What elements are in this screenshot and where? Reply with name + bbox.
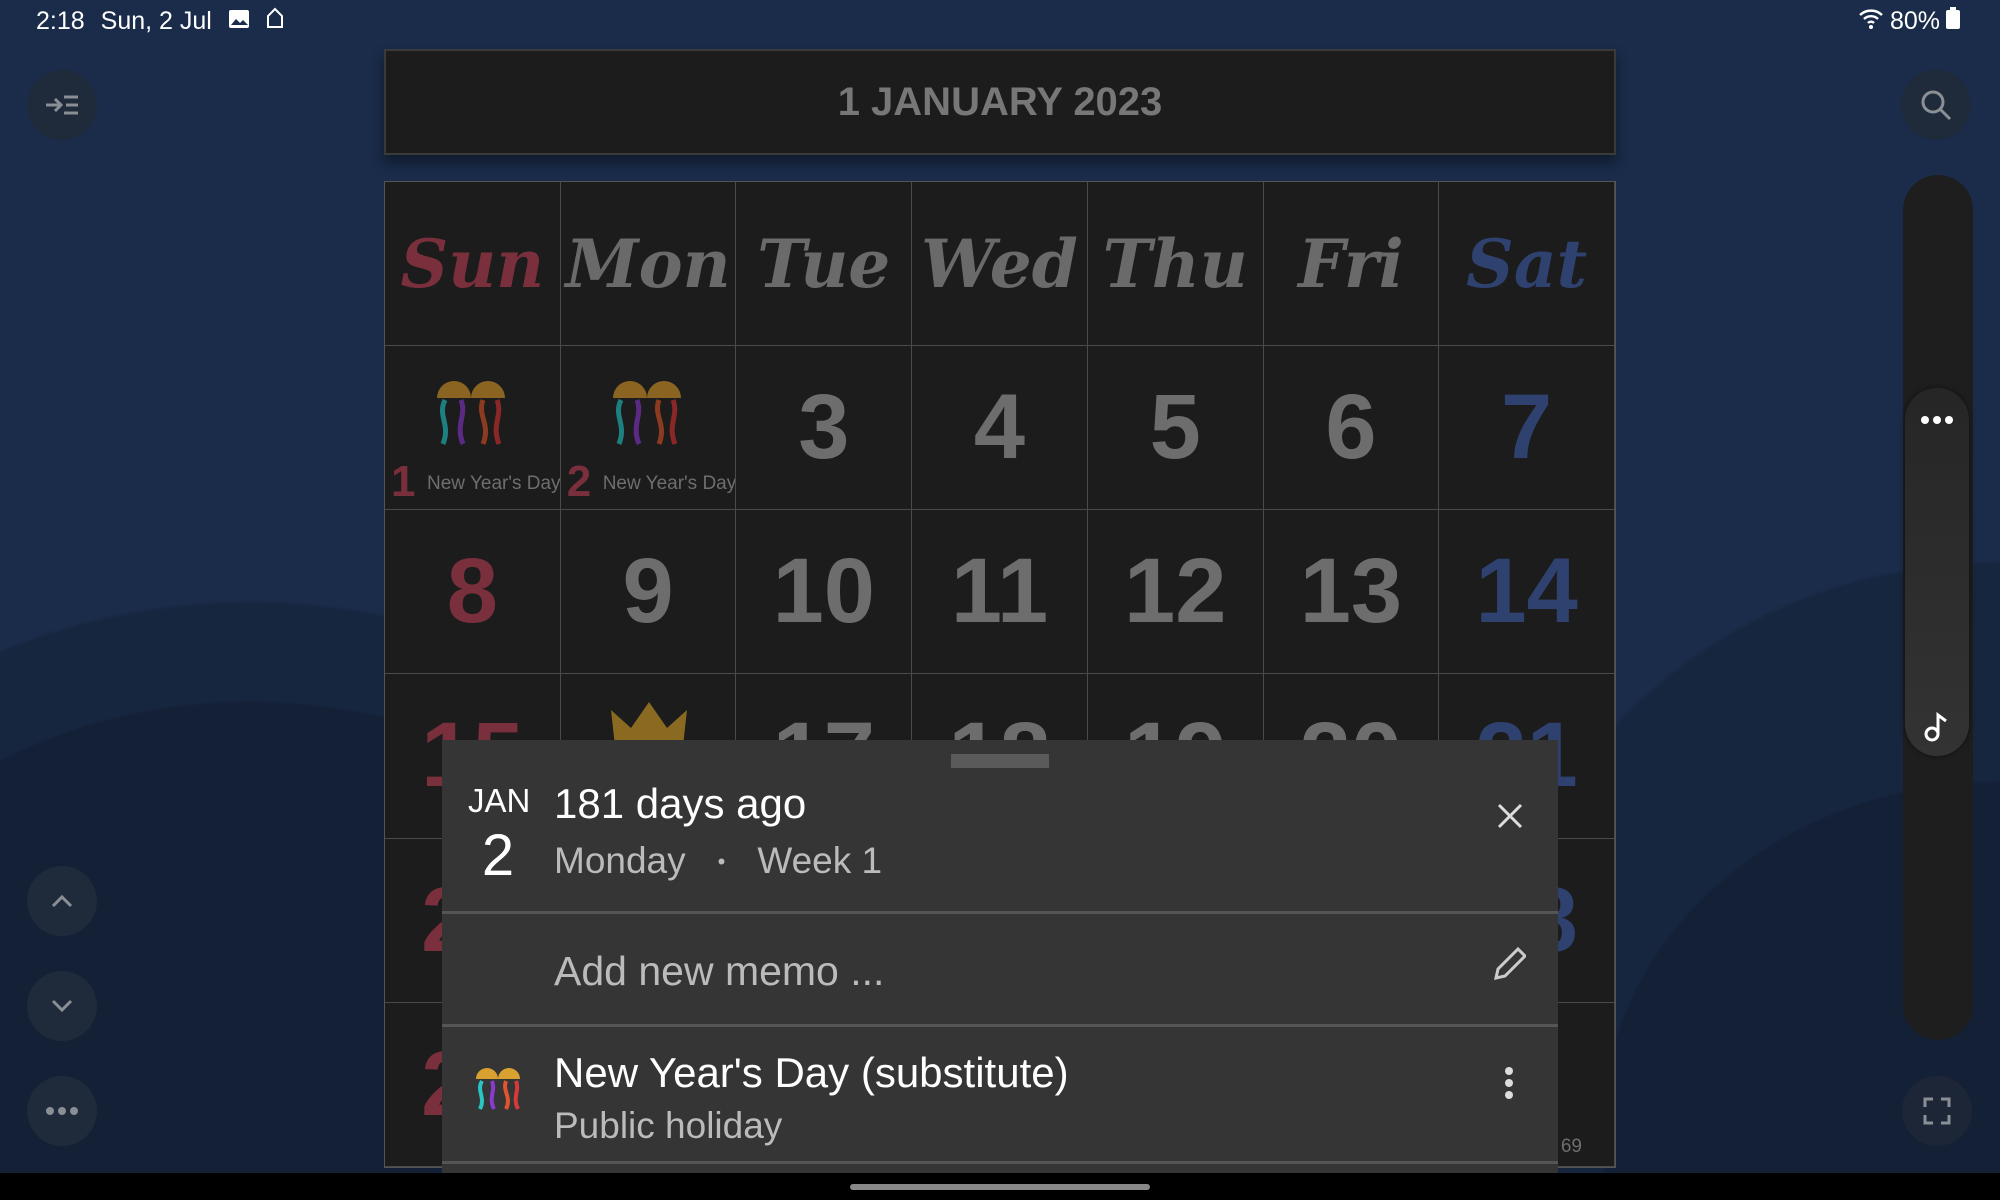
weekday-label: Tue xyxy=(757,224,891,303)
day-cell[interactable]: 6 xyxy=(1263,346,1440,511)
weekday-header: Wed xyxy=(912,182,1088,346)
day-cell[interactable]: 11 xyxy=(912,510,1088,675)
home-icon xyxy=(266,7,284,36)
weekday-header: Tue xyxy=(736,182,913,346)
music-note-icon xyxy=(1924,712,1947,742)
scroll-up-button[interactable] xyxy=(27,866,97,936)
more-horizontal-icon xyxy=(46,1107,78,1115)
day-number: 8 xyxy=(446,540,498,643)
day-number: 2 xyxy=(566,457,592,507)
event-row[interactable]: New Year's Day (substitute) Public holid… xyxy=(442,1027,1558,1161)
pencil-icon[interactable] xyxy=(1492,946,1526,982)
sheet-month: JAN xyxy=(468,782,531,819)
search-button[interactable] xyxy=(1901,70,1971,140)
relative-days: 181 days ago xyxy=(554,780,807,827)
confetti-ball-icon xyxy=(612,381,681,445)
day-number: 13 xyxy=(1299,540,1403,643)
fullscreen-icon xyxy=(1923,1097,1951,1125)
day-number: 4 xyxy=(973,376,1026,479)
sheet-day: 2 xyxy=(481,823,515,888)
confetti-ball-icon xyxy=(437,381,505,445)
day-cell[interactable]: 3 xyxy=(736,346,913,511)
day-number: 7 xyxy=(1501,376,1553,479)
day-number: 9 xyxy=(622,540,674,643)
weekday-header: Fri xyxy=(1263,182,1440,346)
collapse-menu-button[interactable] xyxy=(27,70,97,140)
day-cell[interactable]: 9 xyxy=(560,510,737,675)
fullscreen-button[interactable] xyxy=(1902,1076,1972,1146)
scrollbar-thumb[interactable] xyxy=(1905,388,1969,756)
day-cell[interactable]: 5 xyxy=(1087,346,1264,511)
chevron-down-icon xyxy=(51,999,73,1013)
weekday-label: Wed xyxy=(921,224,1078,303)
weekday-label: Thu xyxy=(1102,224,1248,303)
day-cell[interactable]: 10 xyxy=(736,510,913,675)
page-title: 1 JANUARY 2023 xyxy=(837,79,1163,124)
status-bar: 2:18 Sun, 2 Jul 80% xyxy=(0,0,2000,42)
day-cell[interactable]: 4 xyxy=(912,346,1088,511)
chevron-up-icon xyxy=(51,894,73,908)
status-date: Sun, 2 Jul xyxy=(100,7,212,35)
day-cell[interactable]: 13 xyxy=(1263,510,1440,675)
weekday-header: Mon xyxy=(560,182,737,346)
day-number: 6 xyxy=(1325,376,1377,479)
day-number: 1 xyxy=(391,457,416,507)
month-header[interactable]: 1 JANUARY 2023 xyxy=(384,49,1616,155)
more-horizontal-icon xyxy=(1921,416,1953,424)
weekday-label: Sat xyxy=(1466,224,1588,303)
day-number: 12 xyxy=(1124,540,1227,643)
divider xyxy=(442,1161,1558,1164)
day-cell[interactable]: 1 New Year's Day xyxy=(385,346,561,511)
holiday-label: New Year's Day xyxy=(602,473,737,495)
weekday-label: Sun xyxy=(400,224,545,303)
day-cell[interactable]: 2 New Year's Day xyxy=(560,346,737,511)
weekday-header: Sat xyxy=(1439,182,1615,346)
navigation-bar xyxy=(0,1173,2000,1200)
holiday-label: New Year's Day xyxy=(427,473,561,495)
date-subtitle: Monday • Week 1 xyxy=(554,840,882,884)
gallery-icon xyxy=(228,7,250,36)
collapse-menu-icon xyxy=(46,95,78,115)
clock: 2:18 xyxy=(36,7,85,35)
weekday-header: Thu xyxy=(1087,182,1264,346)
weekday-label: Monday xyxy=(554,840,686,881)
week-label: Week 1 xyxy=(757,840,883,881)
scroll-down-button[interactable] xyxy=(27,971,97,1041)
more-button[interactable] xyxy=(27,1076,97,1146)
day-cell[interactable]: 8 xyxy=(385,510,561,675)
confetti-ball-icon xyxy=(476,1068,520,1110)
day-number: 11 xyxy=(950,540,1049,643)
weekday-label: Mon xyxy=(565,224,731,303)
separator-dot: • xyxy=(717,849,726,874)
day-cell[interactable]: 14 xyxy=(1439,510,1615,675)
day-count: 69 xyxy=(1560,1135,1582,1157)
day-detail-sheet: JAN 2 181 days ago Monday • Week 1 Add n… xyxy=(442,740,1558,1173)
search-icon xyxy=(1921,90,1952,121)
battery-level: 80% xyxy=(1889,7,1940,35)
weekday-label: Fri xyxy=(1298,224,1404,303)
date-badge: JAN 2 xyxy=(468,782,531,889)
event-title: New Year's Day (substitute) xyxy=(554,1049,1069,1096)
drag-handle[interactable] xyxy=(951,754,1049,768)
memo-input[interactable]: Add new memo ... xyxy=(554,948,884,995)
home-gesture-bar[interactable] xyxy=(850,1184,1150,1190)
day-cell[interactable]: 12 xyxy=(1087,510,1264,675)
battery-icon xyxy=(1946,7,1960,36)
day-cell[interactable]: 7 xyxy=(1439,346,1615,511)
day-number: 3 xyxy=(798,376,850,479)
add-memo-row[interactable]: Add new memo ... xyxy=(442,914,1558,1024)
wifi-icon xyxy=(1858,7,1884,36)
day-number: 10 xyxy=(772,540,875,643)
day-number: 14 xyxy=(1475,540,1578,643)
close-icon[interactable] xyxy=(1497,803,1523,829)
day-number: 5 xyxy=(1149,376,1201,479)
weekday-header: Sun xyxy=(385,182,561,346)
event-subtitle: Public holiday xyxy=(554,1105,783,1146)
more-vertical-icon[interactable] xyxy=(1505,1067,1513,1099)
